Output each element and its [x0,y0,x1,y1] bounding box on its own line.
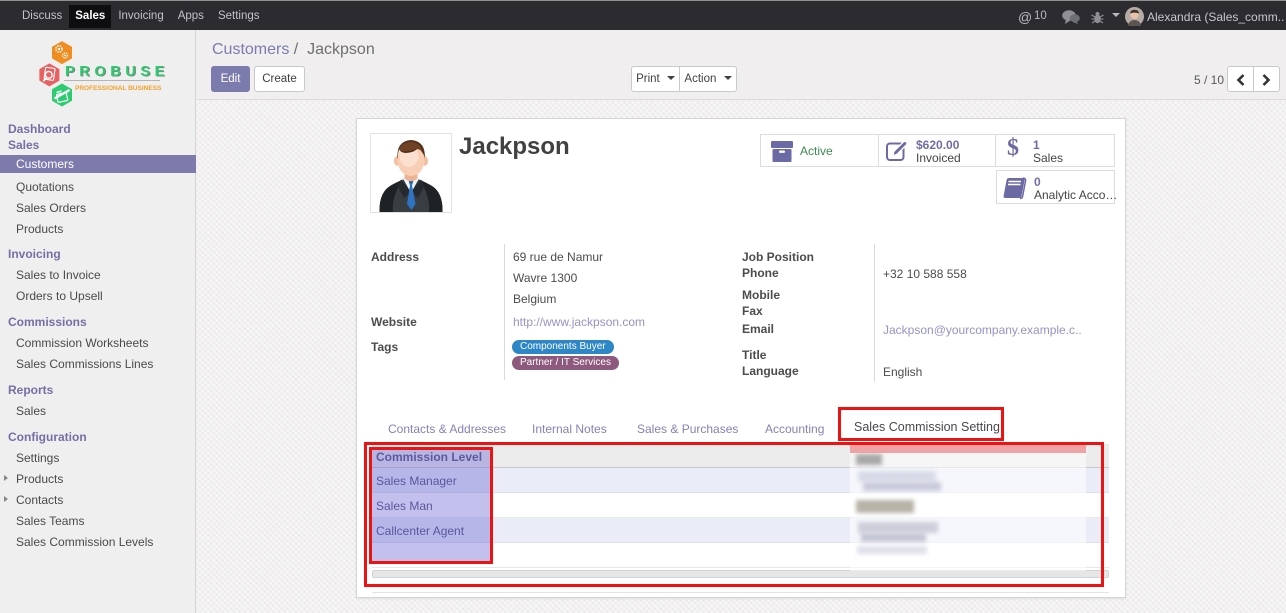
svg-text:PROBUSE: PROBUSE [65,64,169,80]
svg-text:PROFESSIONAL BUSINESS: PROFESSIONAL BUSINESS [75,85,162,92]
